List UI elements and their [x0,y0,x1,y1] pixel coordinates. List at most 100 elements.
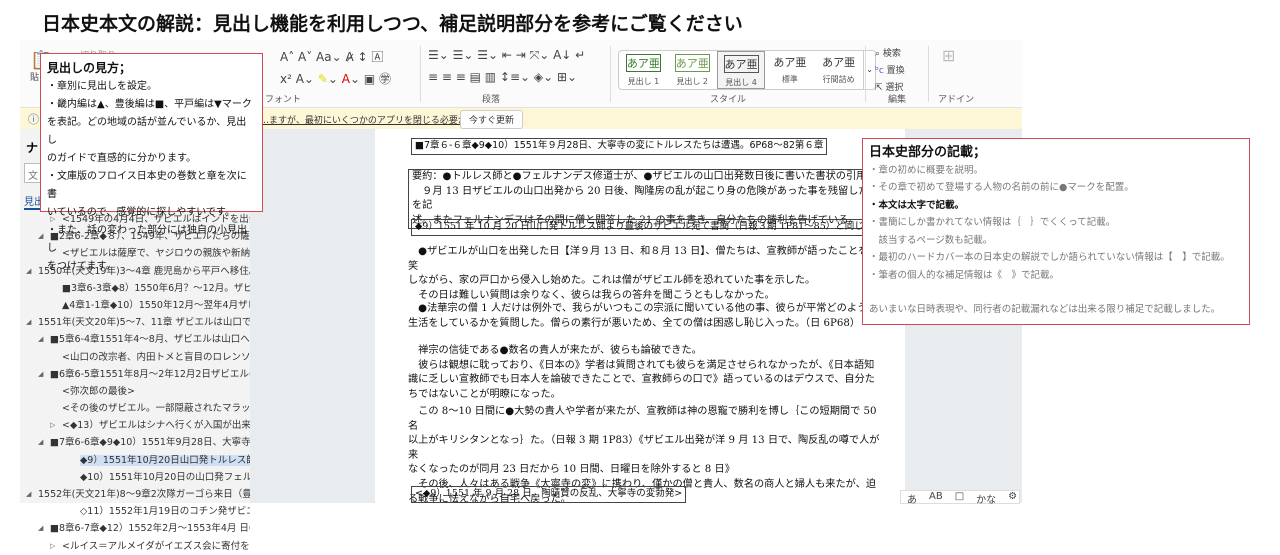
nav-heading-item[interactable]: <その後のザビエル。一部隠蔽されたマラッカでの受… [20,400,250,417]
font-group-label: フォント [265,95,302,105]
page-title: 日本史本文の解説：見出し機能を利用しつつ、補足説明部分を参考にご覧ください [42,13,743,35]
callout-line: をつけてます。 [47,261,116,272]
nav-item-label: ■6章6-5章1551年8月～2年12月2日ザビエルのイ… [50,368,250,380]
nav-heading-item[interactable]: ◢ ■5章6-4章1551年4～8月、ザビエルは山口へ腰り… [20,331,250,348]
info-icon: ⓘ [28,113,39,126]
collapse-icon[interactable]: ◢ [38,228,43,245]
callout-line: ・文庫版のフロイス日本史の巻数と章を次に書 [47,171,247,200]
nav-heading-item[interactable]: <山口の改宗者、内田トメと盲目のロレンソについ… [20,349,250,366]
collapse-icon[interactable]: ◢ [26,263,31,280]
nav-item-label: ■8章6-7章◆12）1552年2月～1553年4月 日6… [50,523,250,535]
nav-heading-item[interactable]: ◆9）1551年10月20日山口発トルレス師より… [20,452,250,469]
nav-heading-item[interactable]: <弥次郎の最後> [20,383,250,400]
callout-notation-guide: 日本史部分の記載； ・章の初めに概要を説明。・その章で初めて登場する人物の名前の… [862,138,1250,325]
cursor-icon: ⇱ [875,83,886,93]
nav-item-label: ◇11）1552年1月19日のコチン発ザビエルか… [80,506,250,518]
collapse-icon[interactable]: ◢ [26,486,31,503]
collapse-icon[interactable]: ◢ [26,314,31,331]
nav-heading-item[interactable]: ▷ <ルイス＝アルメイダがイエズス会に寄付をする。受… [20,538,250,555]
callout-line: ・書簡にしか書かれてない情報は｛ ｝でくくって記載。 [869,217,1116,228]
section-subheading[interactable]: <◆9）1551 年 9 月 28 日、陶晴賢の反乱、大寧寺の変勃発> [411,486,687,503]
nav-heading-item[interactable]: ■3章6-3章◆8）1550年6月？～12月。ザビエル… [20,280,250,297]
callout-line: を表記。どの地域の話が並んでいるか、見出し [47,117,247,146]
paragraph: 禅宗の信徒である●数名の貴人が来たが、彼らも論破できた。 彼らは観想に耽っており… [408,345,875,400]
style-no-spacing[interactable]: あア亜 行間詰め [814,51,863,89]
chapter-heading[interactable]: ■7章６‐６章◆9◆10）1551年９月28日、大寧寺の変にトルレスたちは遭遇。… [411,138,828,155]
style-heading4[interactable]: あア亜 見出し 4 [716,51,766,89]
callout-line: あいまいな日時表現や、同行者の記載漏れなどは出来る限り補足で記載しました。 [869,304,1221,315]
nav-item-label: <その後のザビエル。一部隠蔽されたマラッカでの受… [62,403,250,415]
style-heading2[interactable]: あア亜 見出し 2 [668,51,717,89]
ime-button[interactable]: あ [907,491,917,506]
nav-heading-item[interactable]: ◢ 1552年(天文21年)8～9章2次隊ガーゴら来日（豊後… [20,486,250,503]
nav-heading-item[interactable]: ▲4章1-1章◆10）1550年12月～翌年4月ザビエ… [20,297,250,314]
nav-item-label: <山口の改宗者、内田トメと盲目のロレンソについ… [62,351,250,363]
style-gallery: あア亜 見出し 1 あア亜 見出し 2 あア亜 見出し 4 あア亜 標準 あア亜 行間詰め… [618,50,876,90]
callout-line: ・本文は太字で記載。 [869,199,965,211]
ime-toolbar: あ AB □ かな ⚙ [900,490,1020,506]
callout-line: 該当するページ数も記載。 [869,234,993,246]
nav-heading-item[interactable]: ◆10）1551年10月20日の山口発フェルナン… [20,469,250,486]
expand-icon[interactable]: ▷ [50,538,55,555]
callout-line: ・最初のハードカバー本の日本史の解説でしか語られていない情報は【 】で記載。 [869,252,1230,263]
addin-group-label: アドイン [938,95,975,105]
nav-item-label: <◆13）ザビエルはシナへ行くが入国が出来なかっ… [62,420,250,432]
collapse-icon[interactable]: ◢ [38,434,43,451]
update-now-button[interactable]: 今すぐ更新 [460,110,524,129]
replace-icon: ᵇc [875,66,887,76]
list-buttons[interactable]: ☰⌄ ☰⌄ ☰⌄ ⇤ ⇥ ⤧⌄ A↓ ↵ [428,48,585,63]
nav-item-label: <弥次郎の最後> [62,385,135,397]
nav-item-label: ■5章6-4章1551年4～8月、ザビエルは山口へ腰り… [50,334,250,346]
edit-group-label: 編集 [888,95,907,105]
document-page: ■7章６‐６章◆9◆10）1551年９月28日、大寧寺の変にトルレスたちは遭遇。… [375,129,905,505]
nav-item-label: ■3章6-3章◆8）1550年6月？～12月。ザビエル… [62,282,250,294]
callout-title: 見出しの見方； [47,61,132,75]
callout-line: ・その章で初めて登場する人物の名前の前に●マークを配置。 [869,182,1134,193]
font-size-buttons[interactable]: A˄ A˅ Aa⌄ A̷ ↕ 🄰 [280,48,383,65]
paragraph: ●ザビエルが山口を出発した日【洋９月 13 日、和８月 13 日】、僧たちは、宣… [408,246,879,301]
nav-item-label: ◆10）1551年10月20日の山口発フェルナン… [80,471,250,483]
callout-line [869,284,1243,301]
nav-heading-item[interactable]: ◢ 1551年(天文20年)5～7、11章 ザビエルは山口で布教… [20,314,250,331]
nav-heading-item[interactable]: ◢ ■6章6-5章1551年8月～2年12月2日ザビエルのイ… [20,366,250,383]
style-normal[interactable]: あア亜 標準 [765,51,814,89]
collapse-icon[interactable]: ◢ [38,366,43,383]
callout-line: ・章の初めに概要を説明。 [869,164,984,176]
addin-icon[interactable]: ⊞ [942,46,955,65]
nav-item-label: 1552年(天文21年)8～9章2次隊ガーゴら来日（豊後… [38,489,250,500]
collapse-icon[interactable]: ◢ [38,520,43,537]
nav-item-label: ▲4章1-1章◆10）1550年12月～翌年4月ザビエ… [62,299,250,311]
replace-button[interactable]: ᵇc 置換 [875,63,905,76]
ime-button[interactable]: AB [929,491,943,503]
font-color-buttons[interactable]: x² A⌄ ✎⌄ A⌄ ▣ ㊫ [280,70,391,87]
ime-button[interactable]: ⚙ [1008,491,1017,503]
callout-line: ・章別に見出しを設定。 [47,81,157,92]
align-buttons[interactable]: ≡ ≡ ≡ ▤ ▥ ↕≡⌄ ◈⌄ ⊞⌄ [428,70,577,84]
letter-subheading[interactable]: ◆9）1551 年 10 月 20 日山口発トルレス師より豊後のザビエル宛て書簡… [411,219,878,236]
nav-item-label: ◆9）1551年10月20日山口発トルレス師より… [80,454,250,466]
nav-heading-item[interactable]: ◢ ■8章6-7章◆12）1552年2月～1553年4月 日6… [20,520,250,537]
paragraph: ●法華宗の僧 1 人だけは例外で、我らがいつもこの宗派に聞いている他の事、彼らが… [408,303,878,329]
nav-heading-item[interactable]: ◢ ■7章6-6章◆9◆10）1551年9月28日、大寧寺… [20,434,250,451]
callout-line: ・また、話の変わった部分には独自の小見出し [47,225,247,254]
nav-item-label: 1551年(天文20年)5～7、11章 ザビエルは山口で布教… [38,317,250,329]
callout-line: ・畿内編は▲、豊後編は■、平戸編は▼マーク [47,99,252,110]
nav-item-label: <ルイス＝アルメイダがイエズス会に寄付をする。受… [62,540,250,552]
callout-line: のガイドで直感的に分かります。 [47,153,196,164]
find-button[interactable]: ⌕ 検索 [875,46,901,59]
style-heading1[interactable]: あア亜 見出し 1 [619,51,668,89]
callout-line: ・筆者の個人的な補足情報は《 》で記載。 [869,269,1060,281]
style-group-label: スタイル [710,95,747,105]
search-icon: ⌕ [875,49,883,59]
ime-button[interactable]: かな [976,491,996,506]
paragraph-group-label: 段落 [482,95,501,105]
callout-line: いているので、感覚的に探しやすいです。 [47,207,235,218]
collapse-icon[interactable]: ◢ [38,331,43,348]
callout-title: 日本史部分の記載； [869,145,987,160]
expand-icon[interactable]: ▷ [50,417,55,434]
nav-heading-item[interactable]: ▷ <◆13）ザビエルはシナへ行くが入国が出来なかっ… [20,417,250,434]
nav-item-label: ■7章6-6章◆9◆10）1551年9月28日、大寧寺… [50,437,250,449]
callout-heading-guide: 見出しの見方； ・章別に見出しを設定。・畿内編は▲、豊後編は■、平戸編は▼マーク… [40,53,263,272]
ime-button[interactable]: □ [955,491,964,503]
nav-heading-item[interactable]: ◇11）1552年1月19日のコチン発ザビエルか… [20,503,250,520]
